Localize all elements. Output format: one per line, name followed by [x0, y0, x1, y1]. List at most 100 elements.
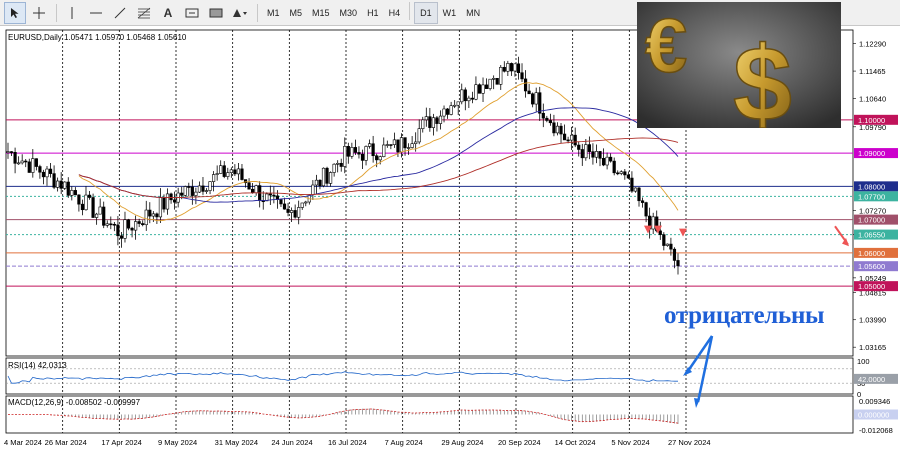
timeframe-mn[interactable]: MN: [461, 2, 485, 24]
timeframe-m5[interactable]: M5: [285, 2, 308, 24]
candle-body: [84, 194, 88, 211]
timeframe-d1[interactable]: D1: [414, 1, 438, 24]
candle-body: [77, 194, 81, 205]
candle-body: [52, 173, 56, 188]
timeframe-w1[interactable]: W1: [438, 2, 462, 24]
price-level-label: 1.06000: [858, 249, 885, 258]
candle-body: [59, 180, 63, 189]
terminal-window: { "toolbar": { "tools": ["cursor-icon","…: [0, 0, 900, 452]
candle-body: [605, 156, 609, 166]
candle-body: [304, 201, 308, 204]
candle-body: [268, 193, 272, 196]
candle-body: [194, 191, 198, 196]
timeframe-m30[interactable]: M30: [335, 2, 363, 24]
candle-body: [38, 166, 42, 173]
label-icon[interactable]: [181, 2, 203, 24]
candle-body: [321, 167, 326, 187]
date-tick-label: 16 Jul 2024: [328, 438, 367, 447]
rsi-tick-label: 100: [857, 357, 870, 366]
candle-body: [165, 193, 170, 210]
rsi-value-label: 42.0000: [858, 375, 885, 384]
candle-body: [148, 209, 152, 217]
toolbar-divider: [409, 1, 411, 20]
candle-body: [17, 162, 21, 165]
candle-body: [428, 116, 432, 128]
candle-body: [499, 66, 503, 85]
fibonacci-icon[interactable]: [133, 2, 155, 24]
rsi-panel-frame: [5, 357, 854, 395]
candle-body: [9, 151, 14, 153]
candle-body: [66, 181, 70, 196]
candle-body: [109, 223, 113, 226]
candle-body: [279, 199, 283, 205]
candle-body: [116, 224, 120, 237]
candle-body: [187, 186, 191, 188]
macd-zero-label: 0.000000: [858, 411, 889, 420]
candle-body: [488, 78, 492, 89]
rectangle-icon[interactable]: [205, 2, 227, 24]
candle-body: [495, 78, 499, 85]
candle-body: [141, 223, 145, 226]
text-icon[interactable]: A: [157, 2, 179, 24]
trendline-icon[interactable]: [109, 2, 131, 24]
candle-body: [552, 122, 556, 134]
candle-body: [155, 213, 159, 218]
candle-body: [80, 203, 85, 211]
candle-body: [123, 219, 127, 239]
candle-body: [48, 168, 53, 174]
candle-body: [570, 134, 574, 141]
candle-body: [130, 227, 134, 231]
horizontal-line-icon[interactable]: [85, 2, 107, 24]
crosshair-icon[interactable]: [28, 2, 50, 24]
candle-body: [676, 260, 680, 267]
candle-body: [289, 210, 294, 213]
candle-body: [481, 84, 485, 94]
timeframe-h1[interactable]: H1: [362, 2, 384, 24]
date-tick-label: 24 Jun 2024: [271, 438, 312, 447]
candle-body: [314, 179, 319, 186]
shapes-icon[interactable]: [229, 2, 251, 24]
price-level-label: 1.07700: [858, 192, 885, 201]
candle-body: [435, 117, 439, 124]
candle-body: [367, 143, 372, 147]
candle-body: [56, 180, 60, 188]
macd-tick-label: -0.012068: [859, 426, 893, 435]
candle-body: [538, 92, 542, 114]
timeframe-m15[interactable]: M15: [307, 2, 335, 24]
price-level-label: 1.06550: [858, 231, 885, 240]
candle-body: [492, 78, 496, 80]
candle-body: [534, 92, 538, 105]
candle-body: [665, 243, 669, 246]
candle-body: [442, 108, 446, 117]
candle-body: [70, 190, 74, 196]
cursor-icon[interactable]: [4, 1, 26, 24]
candle-body: [91, 197, 95, 218]
candle-body: [378, 156, 382, 161]
candle-body: [527, 90, 531, 95]
candle-body: [520, 72, 524, 80]
candle-body: [371, 143, 375, 157]
candle-body: [31, 158, 35, 173]
candle-body: [633, 187, 638, 192]
candle-body: [339, 162, 343, 167]
candle-body: [73, 190, 77, 196]
candle-body: [162, 197, 166, 210]
candle-body: [98, 206, 102, 215]
timeframe-m1[interactable]: M1: [262, 2, 285, 24]
candle-body: [375, 155, 379, 161]
candle-body: [616, 172, 620, 175]
macd-tick-label: 0.009346: [859, 397, 890, 406]
candle-body: [399, 137, 404, 153]
vertical-line-icon[interactable]: [61, 2, 83, 24]
candle-body: [470, 97, 474, 100]
candle-body: [215, 173, 219, 175]
candle-body: [609, 156, 613, 162]
candle-body: [119, 235, 124, 239]
candle-body: [619, 171, 623, 174]
timeframe-h4[interactable]: H4: [384, 2, 406, 24]
candle-body: [612, 160, 616, 174]
candle-body: [417, 128, 421, 143]
price-tick-label: 1.03990: [859, 316, 886, 325]
annotation-text: отрицательны: [664, 302, 825, 329]
candle-body: [63, 181, 67, 189]
